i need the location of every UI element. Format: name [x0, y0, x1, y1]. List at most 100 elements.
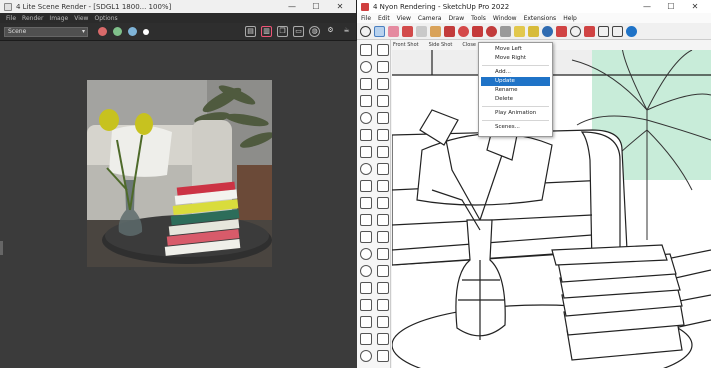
menu-item-play-animation[interactable]: Play Animation — [479, 109, 552, 118]
tape-icon[interactable] — [500, 25, 511, 37]
channel-red-button[interactable] — [98, 27, 107, 36]
protractor-tool-icon[interactable] — [360, 214, 372, 226]
su-menu-tools[interactable]: Tools — [471, 15, 486, 22]
scale-tool-icon[interactable] — [360, 180, 372, 192]
rectangle-tool-icon[interactable] — [360, 95, 372, 107]
circle-tool-icon[interactable] — [360, 112, 372, 124]
shadow-icon[interactable] — [377, 350, 389, 362]
menu-options[interactable]: Options — [94, 15, 117, 22]
search-icon[interactable] — [360, 25, 371, 37]
menu-file[interactable]: File — [6, 15, 16, 22]
offset-icon[interactable] — [486, 25, 497, 37]
teapot-icon[interactable]: ☕ — [341, 26, 352, 37]
style-builder-icon[interactable] — [377, 333, 389, 345]
pencil-icon[interactable] — [402, 25, 413, 37]
settings-icon[interactable]: ⚙ — [325, 26, 336, 37]
pan-icon[interactable] — [556, 25, 567, 37]
minimize-button[interactable]: — — [280, 2, 304, 11]
paint-icon[interactable] — [416, 25, 427, 37]
tab-side-shot[interactable]: Side Shot — [429, 42, 453, 48]
select-tool-icon[interactable] — [360, 44, 372, 56]
follow-me-tool-icon[interactable] — [377, 163, 389, 175]
menu-item-delete[interactable]: Delete — [479, 95, 552, 104]
close-button[interactable]: ✕ — [328, 2, 352, 11]
window-icon[interactable]: ▭ — [293, 26, 304, 37]
su-close-button[interactable]: ✕ — [683, 2, 707, 11]
rotate-icon[interactable] — [458, 25, 469, 37]
zoom-icon[interactable] — [570, 25, 581, 37]
channel-blue-button[interactable] — [128, 27, 137, 36]
geo-icon[interactable] — [626, 25, 637, 37]
text-tool-icon[interactable] — [377, 214, 389, 226]
eraser-tool-icon[interactable] — [377, 61, 389, 73]
su-menu-camera[interactable]: Camera — [418, 15, 442, 22]
scale-icon[interactable] — [472, 25, 483, 37]
menu-image[interactable]: Image — [49, 15, 68, 22]
zoom-tool-icon[interactable] — [360, 265, 372, 277]
select-icon[interactable] — [374, 25, 385, 37]
pie-tool-icon[interactable] — [377, 129, 389, 141]
su-menu-edit[interactable]: Edit — [378, 15, 390, 22]
su-menu-window[interactable]: Window — [493, 15, 517, 22]
zoom-extents-icon[interactable] — [584, 25, 595, 37]
channel-green-button[interactable] — [113, 27, 122, 36]
dimension-tool-icon[interactable] — [377, 197, 389, 209]
menu-item-scenes[interactable]: Scenes... — [479, 123, 552, 132]
su-menu-view[interactable]: View — [397, 15, 411, 22]
menu-item-add[interactable]: Add... — [479, 68, 552, 77]
eraser-icon[interactable] — [388, 25, 399, 37]
look-tool-icon[interactable] — [377, 282, 389, 294]
export-icon[interactable]: ▥ — [261, 26, 272, 37]
layout-icon[interactable] — [360, 333, 372, 345]
rotate-tool-icon[interactable] — [360, 163, 372, 175]
polygon-tool-icon[interactable] — [377, 112, 389, 124]
su-menu-extensions[interactable]: Extensions — [524, 15, 557, 22]
section-tool-icon[interactable] — [377, 231, 389, 243]
tab-front-shot[interactable]: Front Shot — [393, 42, 419, 48]
save-icon[interactable]: ▤ — [245, 26, 256, 37]
copy-icon[interactable]: ❐ — [277, 26, 288, 37]
push-pull-tool-icon[interactable] — [377, 146, 389, 158]
axes-tool-icon[interactable] — [360, 231, 372, 243]
orbit-icon[interactable] — [542, 25, 553, 37]
zoom-window-tool-icon[interactable] — [377, 265, 389, 277]
offset-tool-icon[interactable] — [377, 180, 389, 192]
globe-icon[interactable]: ◍ — [309, 26, 320, 37]
warehouse-icon[interactable] — [360, 316, 372, 328]
paint-tool-icon[interactable] — [360, 61, 372, 73]
tape-tool-icon[interactable] — [360, 197, 372, 209]
rotated-rect-tool-icon[interactable] — [377, 95, 389, 107]
walk-tool-icon[interactable] — [360, 282, 372, 294]
move-icon[interactable] — [444, 25, 455, 37]
su-menu-draw[interactable]: Draw — [448, 15, 464, 22]
extension-icon[interactable] — [377, 316, 389, 328]
menu-render[interactable]: Render — [22, 15, 43, 22]
su-menu-file[interactable]: File — [361, 15, 371, 22]
su-minimize-button[interactable]: — — [635, 2, 659, 11]
position-camera-icon[interactable] — [360, 299, 372, 311]
su-maximize-button[interactable]: ☐ — [659, 2, 683, 11]
menu-view[interactable]: View — [74, 15, 88, 22]
menu-item-update[interactable]: Update — [481, 77, 550, 86]
freehand-tool-icon[interactable] — [377, 78, 389, 90]
menu-item-rename[interactable]: Rename — [479, 86, 552, 95]
component-tool-icon[interactable] — [377, 44, 389, 56]
menu-item-move-right[interactable]: Move Right — [479, 54, 552, 63]
arc-tool-icon[interactable] — [360, 129, 372, 141]
panel-resize-handle[interactable] — [0, 241, 3, 255]
push-pull-icon[interactable] — [430, 25, 441, 37]
axes-icon[interactable] — [528, 25, 539, 37]
channel-alpha-button[interactable] — [143, 28, 149, 35]
move-tool-icon[interactable] — [360, 146, 372, 158]
maximize-button[interactable]: ☐ — [304, 2, 328, 11]
previous-icon[interactable] — [598, 25, 609, 37]
location-icon[interactable] — [360, 350, 372, 362]
sandbox-tool-icon[interactable] — [377, 299, 389, 311]
next-icon[interactable] — [612, 25, 623, 37]
line-tool-icon[interactable] — [360, 78, 372, 90]
pan-tool-icon[interactable] — [377, 248, 389, 260]
su-menu-help[interactable]: Help — [563, 15, 577, 22]
menu-item-move-left[interactable]: Move Left — [479, 45, 552, 54]
orbit-tool-icon[interactable] — [360, 248, 372, 260]
scene-dropdown[interactable]: Scene — [4, 26, 88, 37]
